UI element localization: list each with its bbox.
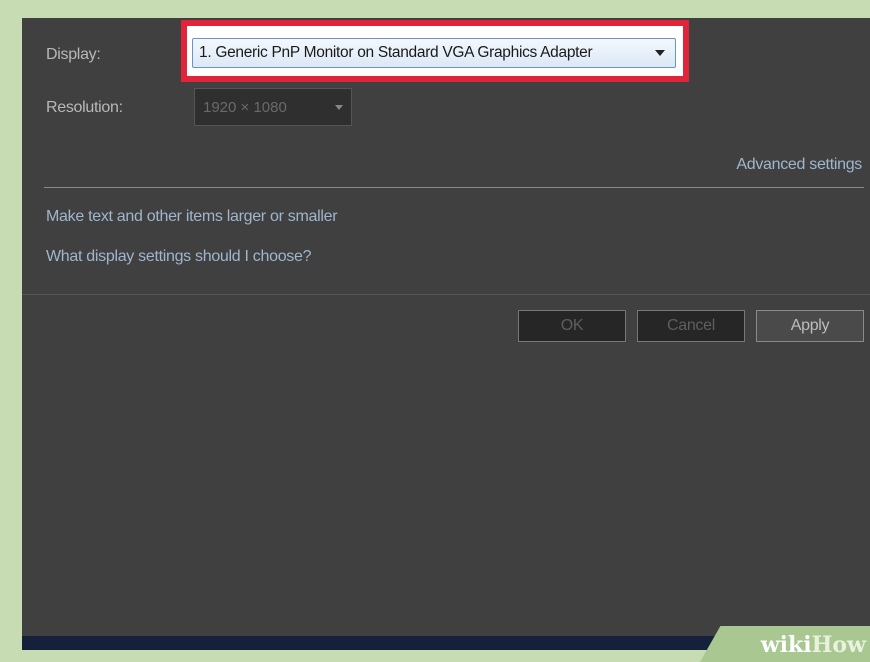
display-dropdown[interactable]: 1. Generic PnP Monitor on Standard VGA G… (192, 38, 676, 68)
resolution-dropdown-value: 1920 × 1080 (203, 98, 287, 116)
divider (44, 187, 864, 188)
resolution-label: Resolution: (46, 99, 123, 116)
watermark-how: How (811, 632, 866, 658)
watermark-wiki: wiki (760, 632, 812, 658)
display-dropdown-value: 1. Generic PnP Monitor on Standard VGA G… (199, 44, 593, 61)
cancel-button[interactable]: Cancel (637, 310, 745, 342)
ok-button[interactable]: OK (518, 310, 626, 342)
chevron-down-icon (335, 104, 343, 110)
display-label: Display: (46, 46, 101, 63)
apply-button[interactable]: Apply (756, 310, 864, 342)
divider (22, 294, 870, 295)
resolution-dropdown[interactable]: 1920 × 1080 (194, 88, 352, 126)
chevron-down-icon (655, 50, 665, 56)
display-help-link[interactable]: What display settings should I choose? (46, 248, 312, 266)
advanced-settings-link[interactable]: Advanced settings (736, 156, 862, 174)
text-size-link[interactable]: Make text and other items larger or smal… (46, 208, 338, 226)
wikihow-watermark: wikiHow (761, 632, 866, 658)
